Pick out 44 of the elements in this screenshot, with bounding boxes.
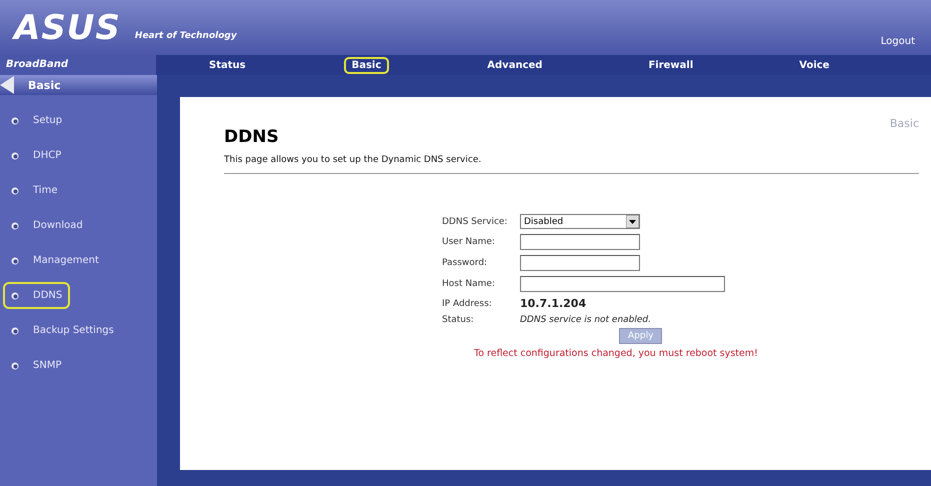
field-label: IP Address: <box>442 298 493 308</box>
field-label: Status: <box>442 315 475 325</box>
input-field[interactable] <box>520 234 640 250</box>
ip-address-value: 10.7.1.204 <box>520 297 588 310</box>
nav-tab[interactable]: Voice <box>791 56 838 74</box>
nav-tab[interactable]: Advanced <box>479 56 550 74</box>
bullet-icon <box>11 116 19 124</box>
field-label: Host Name: <box>442 279 496 289</box>
field-label: DDNS Service: <box>442 216 508 226</box>
product-label: BroadBand <box>0 55 156 75</box>
sidebar-item[interactable]: Management <box>3 247 107 274</box>
tagline: Heart of Technology <box>134 31 237 41</box>
sidebar-item[interactable]: DDNS <box>3 282 70 309</box>
bullet-icon <box>11 186 19 194</box>
logout-link[interactable]: Logout <box>880 36 915 47</box>
service-select[interactable]: Disabled <box>520 214 640 229</box>
page-title: DDNS <box>224 127 279 147</box>
sidebar-item[interactable]: Download <box>3 212 91 239</box>
bullet-icon <box>11 256 19 264</box>
sidebar-item[interactable]: Backup Settings <box>3 317 122 344</box>
sidebar-item[interactable]: DHCP <box>3 142 70 169</box>
nav-tab[interactable]: Status <box>201 56 254 74</box>
bullet-icon <box>11 362 19 370</box>
dropdown-arrow-icon <box>626 215 639 228</box>
brand-logo: ASUS <box>14 8 121 48</box>
sidebar-item[interactable]: Time <box>3 177 66 204</box>
bullet-icon <box>11 326 19 334</box>
sidebar-item[interactable]: SNMP <box>3 352 70 379</box>
sidebar-title: Basic <box>28 78 61 92</box>
reboot-warning: To reflect configurations changed, you must reboot system! <box>474 348 759 359</box>
input-field[interactable] <box>520 255 640 271</box>
bullet-icon <box>11 152 19 160</box>
back-arrow-icon <box>0 76 14 94</box>
sidebar-item[interactable]: Setup <box>3 107 70 134</box>
page-description: This page allows you to set up the Dynamic DNS service. <box>224 155 482 165</box>
section-label: Basic <box>890 117 919 132</box>
status-value: DDNS service is not enabled. <box>520 315 652 325</box>
input-field[interactable] <box>520 276 725 292</box>
nav-tab[interactable]: Firewall <box>640 56 702 74</box>
bullet-icon <box>11 222 19 230</box>
field-label: User Name: <box>442 237 496 247</box>
field-label: Password: <box>442 258 488 268</box>
nav-tab[interactable]: Basic <box>344 56 390 74</box>
bullet-icon <box>11 292 19 300</box>
